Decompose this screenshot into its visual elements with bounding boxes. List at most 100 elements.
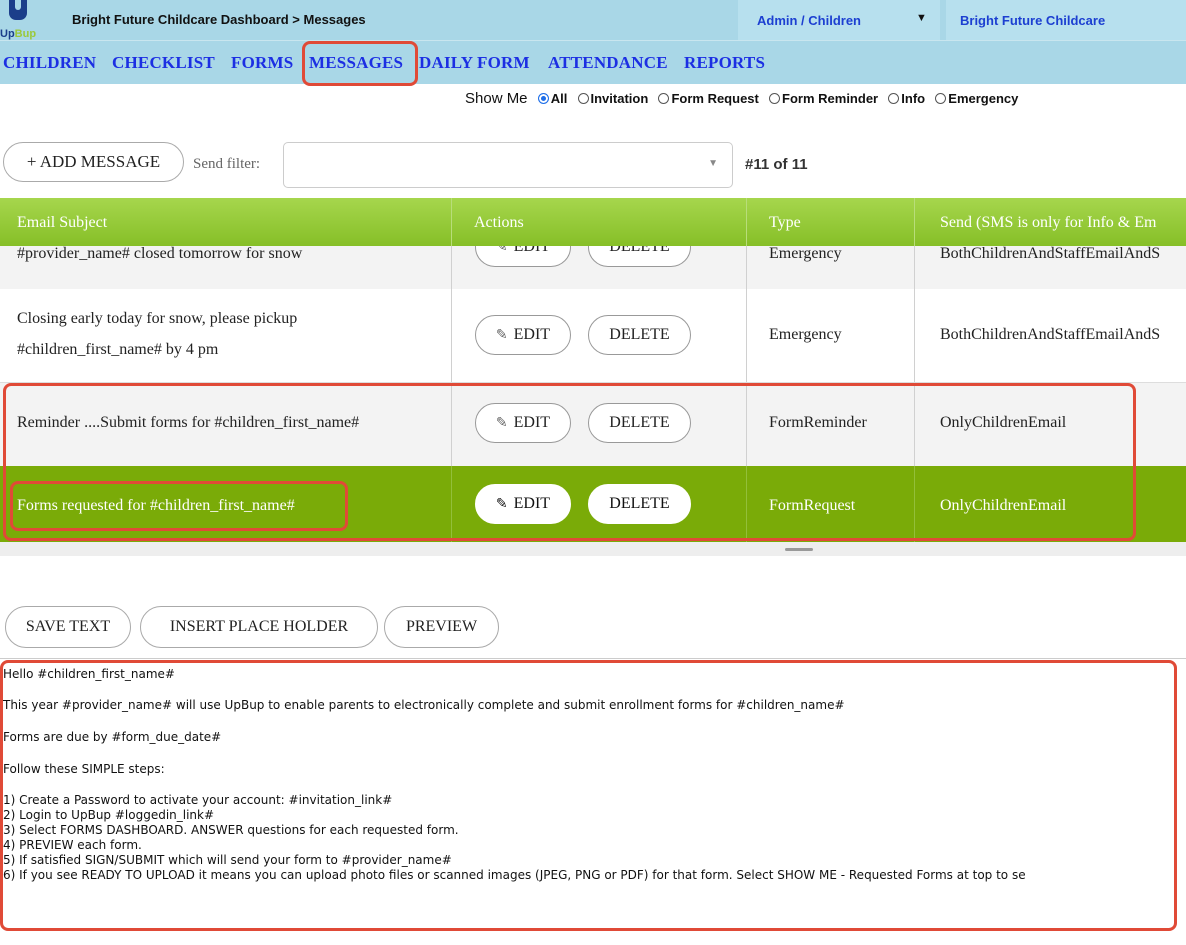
- editor-line: 4) PREVIEW each form.: [3, 838, 142, 852]
- col-type[interactable]: Type: [769, 214, 801, 232]
- delete-button[interactable]: DELETE: [588, 403, 691, 443]
- editor-line: 3) Select FORMS DASHBOARD. ANSWER questi…: [3, 823, 459, 837]
- nav-forms[interactable]: FORMS: [231, 53, 293, 73]
- save-text-button[interactable]: SAVE TEXT: [5, 606, 131, 648]
- col-divider: [451, 383, 452, 466]
- pencil-icon: ✎: [495, 497, 508, 512]
- nav-reports[interactable]: REPORTS: [684, 53, 765, 73]
- resize-handle[interactable]: [785, 548, 813, 551]
- dropdown-arrow-icon: ▼: [916, 12, 927, 24]
- pencil-icon: ✎: [495, 246, 508, 255]
- send-filter-select[interactable]: ▼: [283, 142, 733, 188]
- row-type: Emergency: [769, 326, 842, 343]
- nav-children[interactable]: CHILDREN: [3, 53, 96, 73]
- role-select[interactable]: Admin / Children ▼: [738, 0, 940, 40]
- col-divider: [914, 289, 915, 382]
- row-subject-line2: #children_first_name# by 4 pm: [17, 341, 219, 358]
- insert-placeholder-button[interactable]: INSERT PLACE HOLDER: [140, 606, 378, 648]
- col-divider: [914, 198, 915, 246]
- radio-invitation[interactable]: [577, 93, 589, 104]
- col-divider: [451, 246, 452, 289]
- table-row[interactable]: #provider_name# closed tomorrow for snow…: [0, 246, 1186, 290]
- editor-line: Hello #children_first_name#: [3, 667, 175, 681]
- radio-form-request[interactable]: [658, 93, 670, 104]
- editor-line: 1) Create a Password to activate your ac…: [3, 793, 393, 807]
- row-subject: Reminder ....Submit forms for #children_…: [17, 414, 360, 431]
- row-type: Emergency: [769, 246, 842, 262]
- radio-invitation-label: Invitation: [590, 91, 649, 106]
- editor-line: 5) If satisfied SIGN/SUBMIT which will s…: [3, 853, 452, 867]
- radio-all[interactable]: [537, 93, 549, 104]
- radio-info[interactable]: [888, 93, 900, 104]
- record-count: #11 of 11: [745, 156, 808, 173]
- editor-line: 2) Login to UpBup #loggedin_link#: [3, 808, 215, 822]
- row-send: OnlyChildrenEmail: [940, 414, 1067, 431]
- upbup-logo[interactable]: UpBup: [0, 0, 38, 44]
- table-row[interactable]: Reminder ....Submit forms for #children_…: [0, 383, 1186, 467]
- col-divider: [914, 466, 915, 542]
- edit-label: EDIT: [513, 495, 551, 512]
- radio-all-label: All: [550, 91, 568, 106]
- row-type: FormRequest: [769, 497, 856, 514]
- row-type: FormReminder: [769, 414, 867, 431]
- nav-daily-form[interactable]: DAILY FORM: [419, 53, 530, 73]
- edit-label: EDIT: [513, 414, 551, 431]
- role-select-value: Admin / Children: [757, 13, 861, 28]
- editor-line: Forms are due by #form_due_date#: [3, 730, 222, 744]
- col-actions[interactable]: Actions: [474, 214, 524, 232]
- preview-button[interactable]: PREVIEW: [384, 606, 499, 648]
- table-row-selected[interactable]: Forms requested for #children_first_name…: [0, 466, 1186, 542]
- nav-messages[interactable]: MESSAGES: [309, 53, 403, 73]
- main-nav: CHILDREN CHECKLIST FORMS MESSAGES DAILY …: [0, 40, 1186, 84]
- breadcrumb: Bright Future Childcare Dashboard > Mess…: [72, 12, 366, 27]
- col-send[interactable]: Send (SMS is only for Info & Em: [940, 214, 1156, 232]
- send-filter-label: Send filter:: [193, 156, 261, 172]
- provider-select-value: Bright Future Childcare: [960, 13, 1106, 28]
- delete-button[interactable]: DELETE: [588, 484, 691, 524]
- pencil-icon: ✎: [495, 416, 508, 431]
- show-me-filter: Show Me All Invitation Form Request Form…: [465, 90, 1018, 107]
- edit-button[interactable]: ✎ EDIT: [475, 403, 571, 443]
- radio-emergency-label: Emergency: [948, 91, 1019, 106]
- add-message-button[interactable]: + ADD MESSAGE: [3, 142, 184, 182]
- provider-select[interactable]: Bright Future Childcare: [946, 0, 1186, 40]
- radio-form-request-label: Form Request: [671, 91, 759, 106]
- pencil-icon: ✎: [495, 328, 508, 343]
- col-email-subject[interactable]: Email Subject: [17, 214, 107, 232]
- edit-button[interactable]: ✎ EDIT: [475, 484, 571, 524]
- editor-line: Follow these SIMPLE steps:: [3, 762, 165, 776]
- radio-info-label: Info: [901, 91, 926, 106]
- top-header: UpBup Bright Future Childcare Dashboard …: [0, 0, 1186, 40]
- logo-cup-icon: [9, 0, 27, 20]
- messages-table: #provider_name# closed tomorrow for snow…: [0, 246, 1186, 542]
- edit-button[interactable]: ✎ EDIT: [475, 315, 571, 355]
- radio-form-reminder-label: Form Reminder: [782, 91, 879, 106]
- edit-label: EDIT: [513, 246, 551, 255]
- table-row[interactable]: Closing early today for snow, please pic…: [0, 289, 1186, 383]
- row-send: BothChildrenAndStaffEmailAndS: [940, 326, 1161, 343]
- row-subject: #provider_name# closed tomorrow for snow: [17, 246, 303, 262]
- col-divider: [914, 383, 915, 466]
- radio-emergency[interactable]: [935, 93, 947, 104]
- col-divider: [914, 246, 915, 289]
- col-divider: [451, 289, 452, 382]
- col-divider: [746, 289, 747, 382]
- row-subject: Forms requested for #children_first_name…: [17, 497, 295, 514]
- edit-button[interactable]: ✎ EDIT: [475, 246, 571, 267]
- nav-attendance[interactable]: ATTENDANCE: [548, 53, 668, 73]
- col-divider: [451, 198, 452, 246]
- col-divider: [746, 246, 747, 289]
- editor-line: 6) If you see READY TO UPLOAD it means y…: [3, 868, 1026, 882]
- delete-button[interactable]: DELETE: [588, 246, 691, 267]
- logo-text: UpBup: [0, 28, 37, 40]
- chevron-down-icon: ▼: [708, 158, 718, 169]
- col-divider: [451, 466, 452, 542]
- radio-form-reminder[interactable]: [769, 93, 781, 104]
- delete-button[interactable]: DELETE: [588, 315, 691, 355]
- col-divider: [746, 383, 747, 466]
- message-body-editor[interactable]: Hello #children_first_name# This year #p…: [0, 658, 1186, 945]
- nav-checklist[interactable]: CHECKLIST: [112, 53, 215, 73]
- table-scroll-area: [0, 542, 1186, 556]
- editor-line: This year #provider_name# will use UpBup…: [3, 698, 845, 712]
- col-divider: [746, 466, 747, 542]
